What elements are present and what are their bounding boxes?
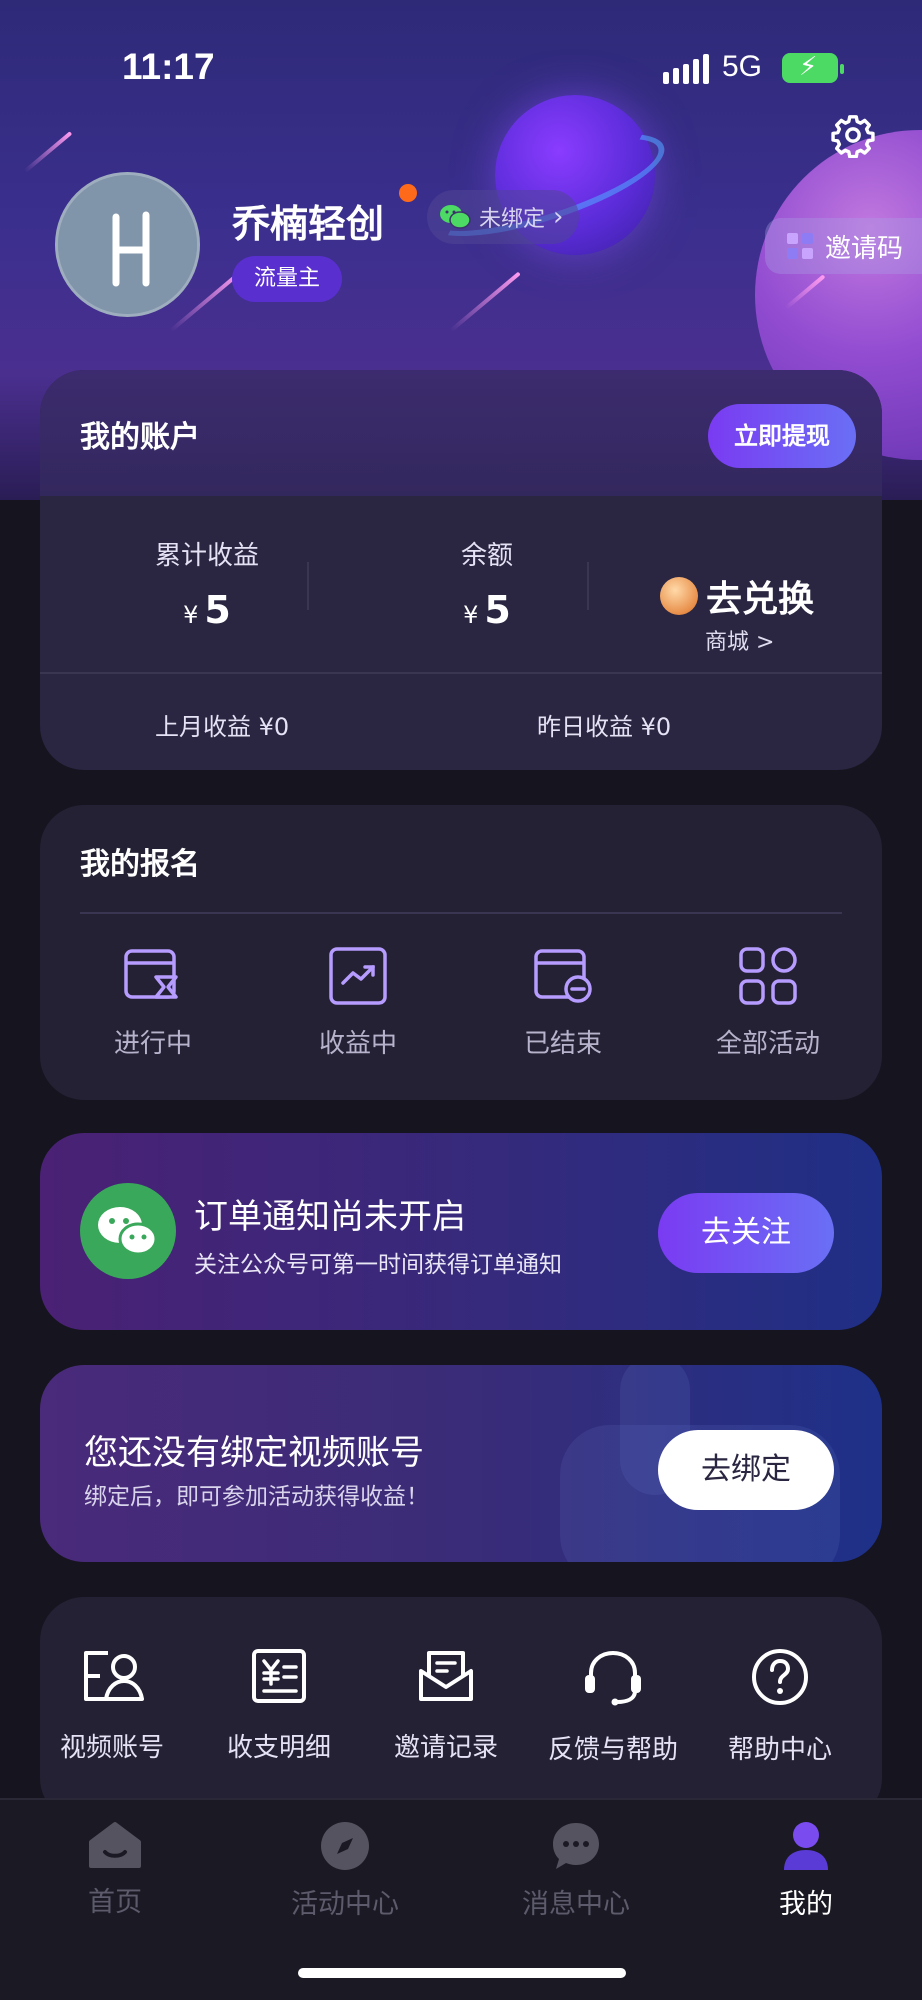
tools-card: 视频账号 收支明细 邀请记录 反馈与帮助 帮助中心 [40, 1597, 882, 1822]
card-minus-icon [534, 949, 592, 1003]
qr-code-icon [787, 233, 813, 259]
trend-chart-icon [329, 947, 387, 1005]
wechat-bind-button[interactable]: 未绑定 › [427, 190, 580, 244]
shop-link[interactable]: 商城 > [705, 624, 774, 656]
notification-dot [399, 184, 417, 202]
tool-video-account[interactable]: 视频账号 [32, 1647, 192, 1764]
balance-label: 余额 [460, 541, 513, 571]
enroll-earning[interactable]: 收益中 [283, 945, 433, 1060]
video-bind-title: 您还没有绑定视频账号 [84, 1433, 424, 1473]
home-icon [89, 1822, 141, 1868]
tool-label: 帮助中心 [727, 1735, 832, 1765]
enrollment-card: 我的报名 进行中 收益中 已结束 全部活动 [40, 805, 882, 1100]
user-card-icon [84, 1651, 144, 1701]
account-title: 我的账户 [80, 420, 200, 455]
bind-video-button[interactable]: 去绑定 [658, 1430, 834, 1510]
tool-feedback[interactable]: 反馈与帮助 [533, 1647, 693, 1766]
tab-home[interactable]: 首页 [35, 1820, 195, 1919]
order-notice-subtitle: 关注公众号可第一时间获得订单通知 [194, 1252, 562, 1278]
tab-label: 我的 [779, 1889, 833, 1920]
tab-label: 消息中心 [522, 1889, 630, 1920]
video-bind-banner: 您还没有绑定视频账号 绑定后，即可参加活动获得收益！ 去绑定 [40, 1365, 882, 1562]
headset-icon [585, 1650, 641, 1706]
tool-label: 收支明细 [226, 1733, 331, 1763]
divider [587, 562, 589, 610]
tab-mine[interactable]: 我的 [726, 1820, 886, 1921]
enroll-all[interactable]: 全部活动 [693, 945, 843, 1060]
avatar-logo [58, 175, 197, 314]
person-icon [784, 1822, 828, 1870]
yuan-ledger-icon [252, 1649, 306, 1703]
enroll-ended[interactable]: 已结束 [488, 945, 638, 1060]
chat-bubble-icon [553, 1823, 599, 1869]
enroll-item-label: 进行中 [113, 1029, 192, 1059]
envelope-icon [419, 1651, 473, 1701]
compass-icon [321, 1822, 369, 1870]
enrollment-title: 我的报名 [80, 847, 200, 882]
order-notice-banner: 订单通知尚未开启 关注公众号可第一时间获得订单通知 去关注 [40, 1133, 882, 1330]
last-month-income: 上月收益 ¥0 [155, 713, 290, 741]
tool-income-details[interactable]: 收支明细 [199, 1647, 359, 1764]
enroll-item-label: 全部活动 [715, 1029, 820, 1059]
balance-value: ¥5 [463, 588, 511, 632]
battery-charging-icon: ⚡ [782, 52, 844, 83]
tool-label: 邀请记录 [393, 1733, 498, 1763]
follow-button[interactable]: 去关注 [658, 1193, 834, 1273]
wechat-logo [80, 1183, 176, 1279]
order-notice-title: 订单通知尚未开启 [194, 1197, 466, 1237]
tool-help-center[interactable]: 帮助中心 [700, 1647, 860, 1766]
network-type: 5G [722, 50, 763, 83]
divider [80, 912, 842, 914]
divider [307, 562, 309, 610]
enroll-item-label: 收益中 [318, 1029, 397, 1059]
total-income-value: ¥5 [183, 588, 231, 632]
status-time: 11:17 [122, 46, 215, 87]
hourglass-card-icon [124, 949, 178, 999]
tab-message-center[interactable]: 消息中心 [496, 1820, 656, 1921]
tool-invite-records[interactable]: 邀请记录 [366, 1647, 526, 1764]
invite-code-button[interactable]: 邀请码 [765, 218, 922, 274]
wechat-icon [440, 205, 471, 229]
tool-label: 视频账号 [59, 1733, 164, 1763]
meteor-decoration [449, 271, 521, 333]
video-bind-subtitle: 绑定后，即可参加活动获得收益！ [84, 1484, 429, 1510]
user-nickname: 乔楠轻创 [232, 202, 385, 246]
question-circle-icon [752, 1649, 808, 1705]
divider [40, 672, 882, 674]
tab-label: 首页 [88, 1887, 142, 1918]
grid-icon [739, 947, 797, 1005]
yesterday-income: 昨日收益 ¥0 [537, 713, 672, 741]
chevron-right-icon: › [553, 202, 564, 232]
exchange-label: 去兑换 [706, 579, 815, 620]
role-badge: 流量主 [232, 256, 343, 302]
total-income-label: 累计收益 [154, 541, 259, 571]
wechat-bind-status: 未绑定 [479, 207, 546, 232]
status-bar: 11:17 5G ⚡ [0, 38, 922, 98]
enroll-item-label: 已结束 [523, 1029, 602, 1059]
meteor-decoration [23, 131, 73, 173]
wechat-icon [98, 1207, 158, 1256]
gear-icon[interactable] [830, 112, 876, 158]
tab-activity-center[interactable]: 活动中心 [265, 1820, 425, 1921]
coin-icon [660, 577, 698, 615]
tab-label: 活动中心 [291, 1889, 399, 1920]
enroll-in-progress[interactable]: 进行中 [78, 945, 228, 1060]
avatar[interactable] [55, 172, 200, 317]
home-indicator [298, 1968, 626, 1978]
signal-strength-icon [663, 54, 709, 84]
withdraw-button[interactable]: 立即提现 [708, 404, 856, 468]
exchange-button[interactable]: 去兑换 [660, 570, 814, 622]
invite-code-label: 邀请码 [825, 233, 904, 264]
tool-label: 反馈与帮助 [547, 1735, 678, 1765]
